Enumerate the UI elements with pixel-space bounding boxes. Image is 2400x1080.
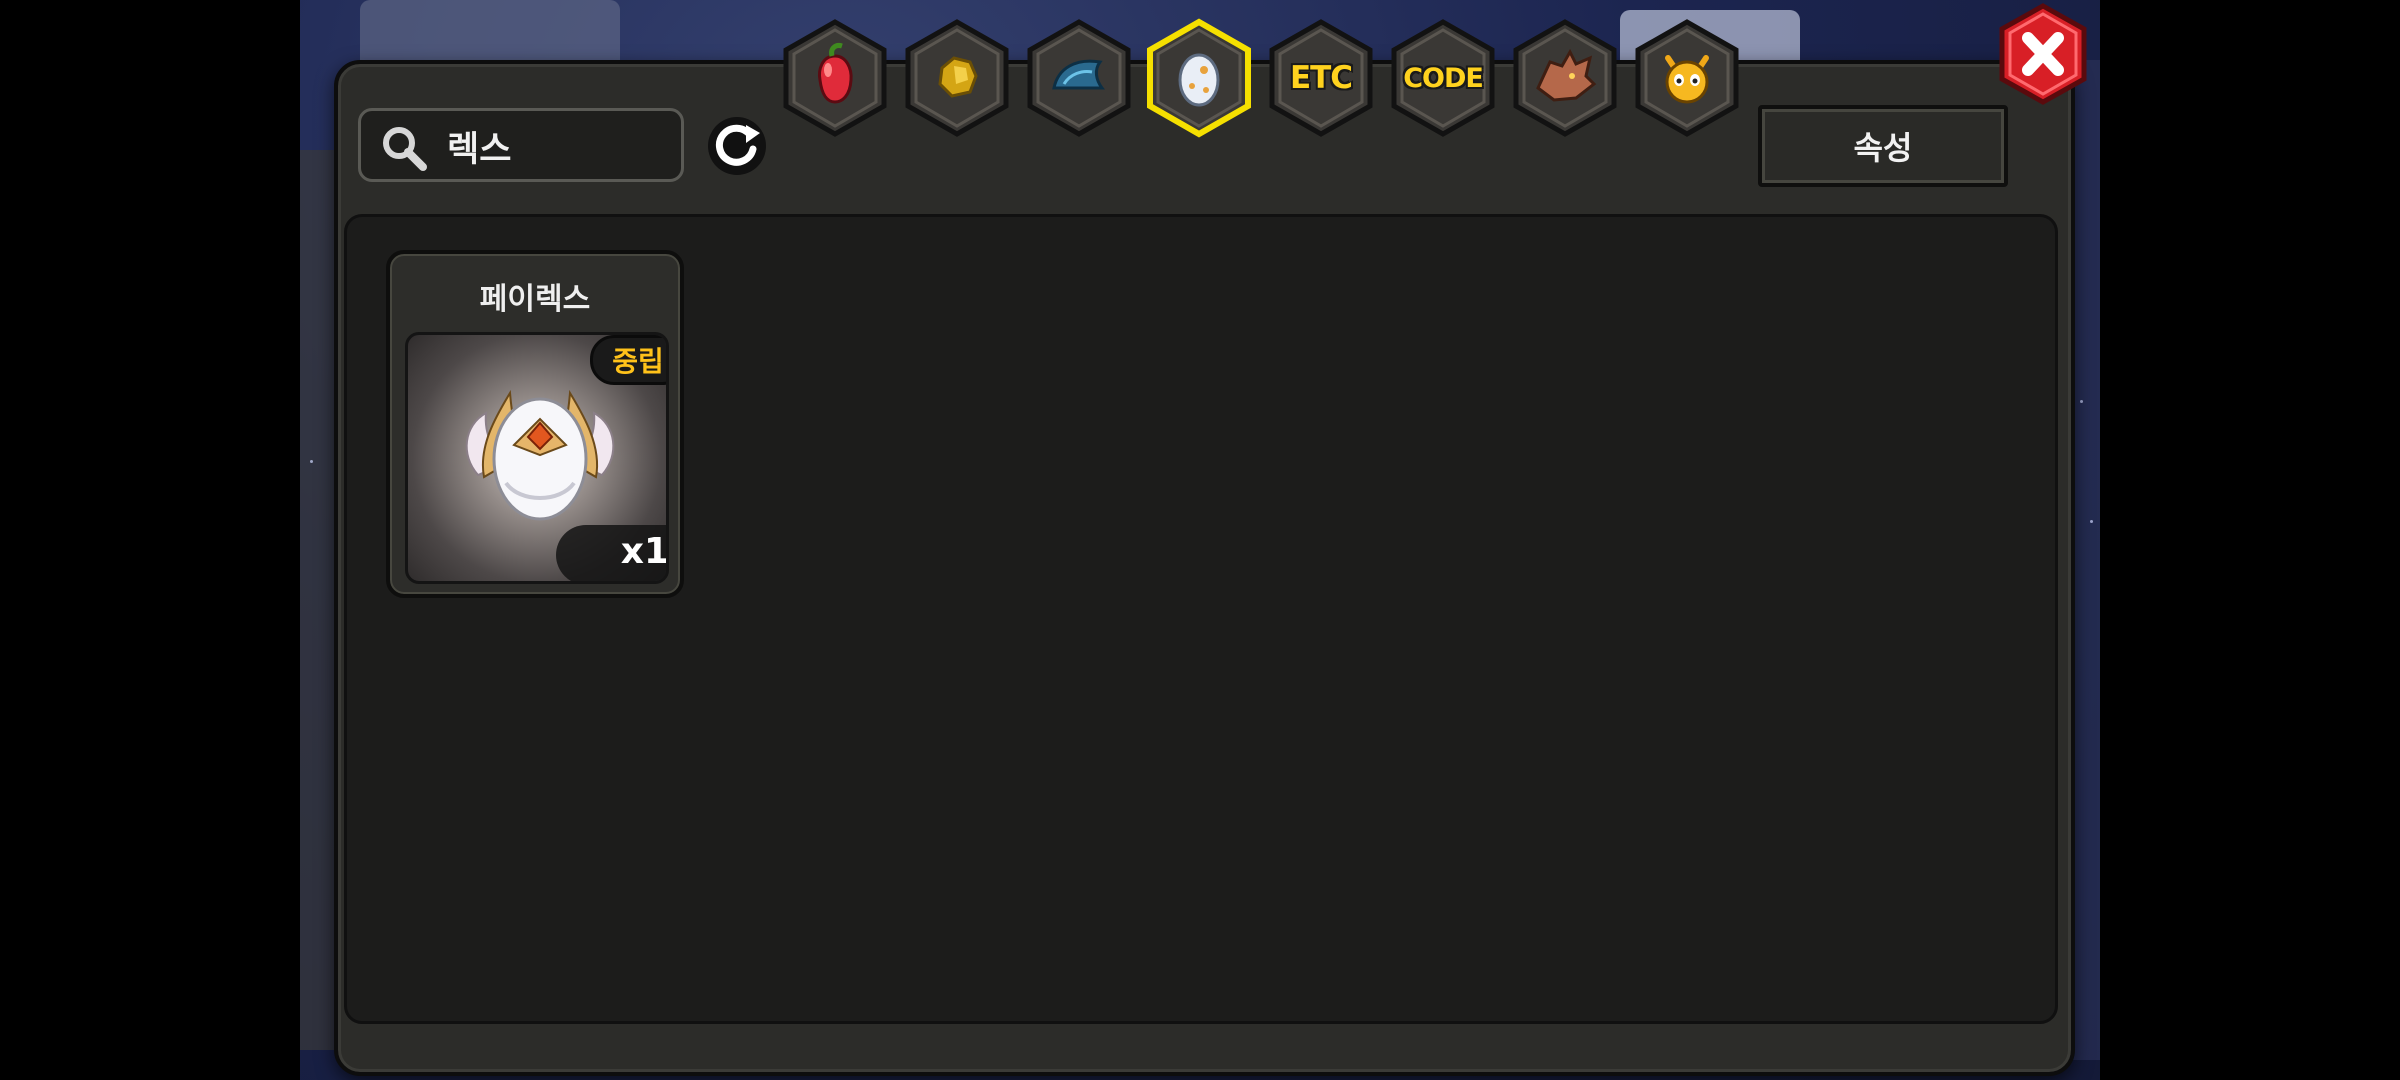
egg-icon bbox=[1178, 53, 1220, 107]
tab-dragon[interactable] bbox=[1510, 18, 1620, 138]
item-name: 페이렉스 bbox=[479, 282, 591, 317]
attribute-filter-label: 속성 bbox=[1853, 129, 1913, 167]
close-icon bbox=[1999, 3, 2087, 105]
tab-code-label: CODE bbox=[1403, 62, 1484, 94]
search-icon bbox=[383, 127, 427, 171]
gold-nugget-icon bbox=[938, 56, 978, 98]
item-count-pill: x1 bbox=[556, 525, 669, 581]
blue-scale-icon bbox=[1052, 59, 1105, 90]
tab-etc-label: ETC bbox=[1289, 60, 1353, 96]
tab-gold[interactable] bbox=[902, 18, 1012, 138]
tab-fruit[interactable] bbox=[780, 18, 890, 138]
fruit-icon bbox=[818, 43, 853, 104]
search-box[interactable] bbox=[358, 108, 684, 182]
refresh-button[interactable] bbox=[706, 115, 768, 177]
tab-code[interactable]: CODE bbox=[1388, 18, 1498, 138]
horned-face-icon bbox=[1665, 55, 1709, 104]
tab-egg[interactable] bbox=[1144, 18, 1254, 138]
item-count: x1 bbox=[620, 531, 669, 572]
refresh-icon bbox=[708, 117, 766, 175]
dragon-head-icon bbox=[1536, 48, 1597, 102]
item-image-frame: 중립 x1 bbox=[405, 332, 669, 584]
tab-monster[interactable] bbox=[1632, 18, 1742, 138]
attribute-filter-button[interactable]: 속성 bbox=[1758, 105, 2008, 187]
tab-material[interactable] bbox=[1024, 18, 1134, 138]
search-input[interactable] bbox=[445, 111, 669, 181]
tab-etc[interactable]: ETC bbox=[1266, 18, 1376, 138]
item-card[interactable]: 페이렉스 중립 x1 bbox=[386, 250, 684, 598]
close-button[interactable] bbox=[1996, 2, 2090, 106]
attribute-badge: 중립 bbox=[590, 335, 666, 385]
